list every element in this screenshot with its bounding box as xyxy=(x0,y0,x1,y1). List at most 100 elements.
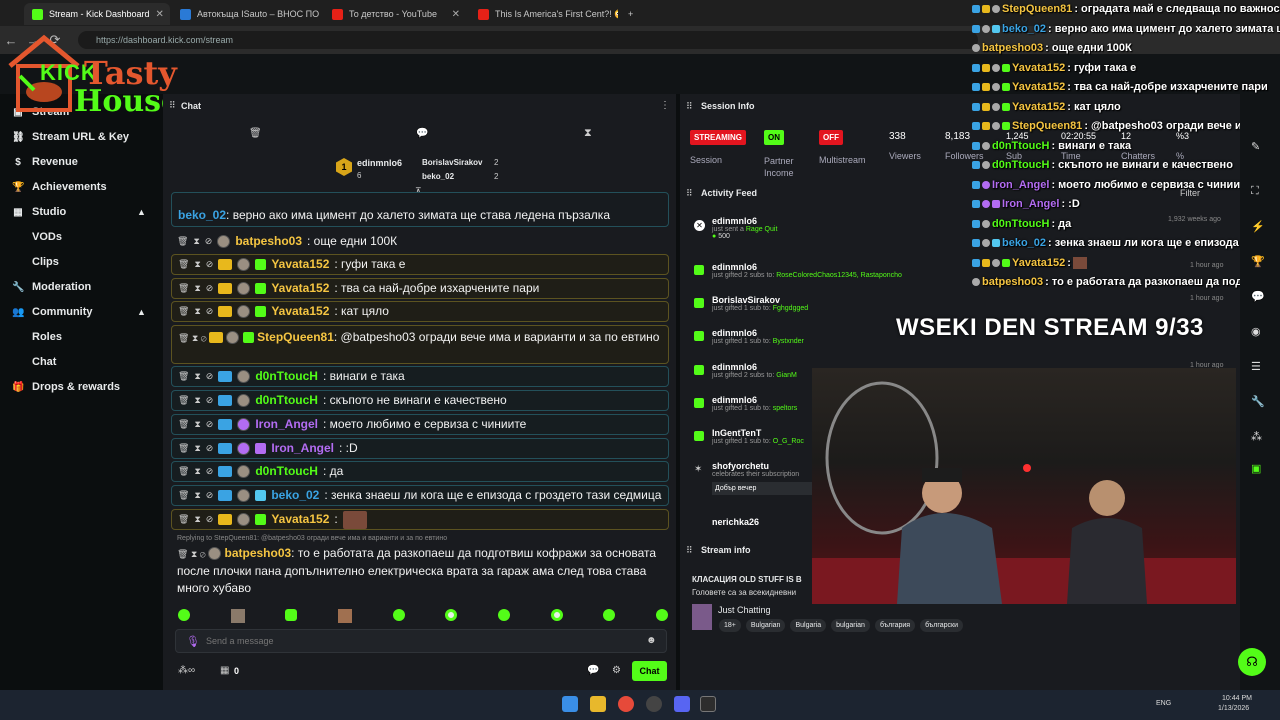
timeout-icon[interactable]: ⧗ xyxy=(194,512,200,527)
timeout-icon[interactable]: ⧗ xyxy=(194,441,200,456)
chat-username[interactable]: Yavata152 xyxy=(271,304,329,319)
chat-message[interactable]: 🗑 ⧗ ⊘ Yavata152: xyxy=(171,509,669,530)
chat-message[interactable]: 🗑 ⧗ ⊘ batpesho03: то е работата да разко… xyxy=(177,545,669,597)
timeout-icon[interactable]: ⧗ xyxy=(194,393,200,408)
drag-handle-icon[interactable]: ⠿ xyxy=(686,188,693,199)
channel-points-icon[interactable]: ⁂∞ xyxy=(178,665,195,676)
chat-username[interactable]: Yavata152 xyxy=(271,512,329,527)
sidebar-item-drops-rewards[interactable]: 🎁 Drops & rewards xyxy=(12,381,120,393)
chat-message[interactable]: 🗑 ⧗ ⊘ batpesho03: още едни 100К xyxy=(171,231,669,251)
activity-username[interactable]: edinmnlo6 xyxy=(712,262,1012,272)
chat-username[interactable]: d0nTtoucH xyxy=(255,393,318,408)
timeout-icon[interactable]: ⧗ xyxy=(191,549,200,559)
terminal-icon[interactable] xyxy=(700,696,716,712)
chevron-up-icon[interactable]: ▲ xyxy=(137,207,146,217)
chat-username[interactable]: Iron_Angel xyxy=(255,417,318,432)
emoji-picker-icon[interactable]: ☻ xyxy=(646,635,657,646)
ban-icon[interactable]: ⊘ xyxy=(206,512,214,527)
file-explorer-icon[interactable] xyxy=(590,696,606,712)
close-tab-icon[interactable]: ✕ xyxy=(452,9,460,20)
trash-icon[interactable]: 🗑 xyxy=(178,257,189,272)
ban-icon[interactable]: ⊘ xyxy=(206,417,214,432)
emote-icon[interactable] xyxy=(285,609,298,621)
tab-isauto[interactable]: Автокъща ISauto – ВНОС ПО ...✕ xyxy=(172,3,322,25)
sidebar-item-moderation[interactable]: 🔧 Moderation xyxy=(12,281,91,293)
sidebar-item-community[interactable]: 👥 Community xyxy=(12,306,93,318)
chat-username[interactable]: beko_02 xyxy=(178,208,226,222)
chat-message[interactable]: beko_02: верно ако има цимент до халето … xyxy=(171,192,669,227)
trash-icon[interactable]: 🗑 xyxy=(178,488,189,503)
activity-username[interactable]: shofyorchetu xyxy=(712,461,812,471)
sidebar-item-vods[interactable]: VODs xyxy=(32,231,62,243)
chat-username[interactable]: d0nTtoucH xyxy=(255,369,318,384)
drag-handle-icon[interactable]: ⠿ xyxy=(686,545,693,556)
chat-username[interactable]: Yavata152 xyxy=(271,257,329,272)
activity-username[interactable]: edinmnlo6 xyxy=(712,395,812,405)
chat-message[interactable]: 🗑 ⧗ ⊘ StepQueen81: @batpesho03 огради ве… xyxy=(171,325,669,364)
sidebar-item-stream-url-key[interactable]: ⛓ Stream URL & Key xyxy=(12,131,129,143)
chat-message[interactable]: 🗑 ⧗ ⊘ d0nTtoucH: да xyxy=(171,461,669,482)
chat-bubble-icon[interactable]: 💬 xyxy=(416,128,428,139)
chat-message[interactable]: 🗑 ⧗ ⊘ Iron_Angel: :D xyxy=(171,438,669,459)
edit-icon[interactable]: ✎ xyxy=(1251,140,1260,153)
trash-icon[interactable]: 🗑 xyxy=(178,512,189,527)
chat-username[interactable]: beko_02 xyxy=(271,488,319,503)
trash-icon[interactable]: 🗑 xyxy=(178,417,189,432)
tag[interactable]: bulgarian xyxy=(831,619,870,632)
ban-icon[interactable]: ⊘ xyxy=(200,549,208,559)
tag[interactable]: Bulgaria xyxy=(790,619,827,632)
timeout-icon[interactable]: ⧗ xyxy=(194,257,200,272)
url-field[interactable]: https://dashboard.kick.com/stream xyxy=(78,31,978,49)
timeout-icon[interactable]: ⧗ xyxy=(194,281,200,296)
timeout-icon[interactable]: ⧗ xyxy=(193,234,199,249)
tab-youtube-2[interactable]: This Is America's First Cent?! 😳✕ xyxy=(470,3,618,25)
clock-time[interactable]: 10:44 PM xyxy=(1222,695,1252,702)
ban-icon[interactable]: ⊘ xyxy=(206,464,214,479)
ban-icon[interactable]: ⊘ xyxy=(206,488,214,503)
chat-username[interactable]: batpesho03 xyxy=(235,234,302,249)
windows-start-icon[interactable] xyxy=(562,696,578,712)
emote-icon[interactable] xyxy=(603,609,616,621)
sidebar-item-achievements[interactable]: 🏆 Achievements xyxy=(12,181,107,193)
timeout-icon[interactable]: ⧗ xyxy=(194,417,200,432)
trash-icon[interactable]: 🗑 xyxy=(178,441,189,456)
broadcast-icon[interactable]: ◉ xyxy=(1251,325,1261,338)
send-chat-button[interactable]: Chat xyxy=(632,661,667,681)
chrome-icon[interactable] xyxy=(618,696,634,712)
lightning-icon[interactable]: ⚡ xyxy=(1251,220,1265,233)
ban-icon[interactable]: ⊘ xyxy=(206,257,214,272)
chat-username[interactable]: Iron_Angel xyxy=(271,441,334,456)
ban-icon[interactable]: ⊘ xyxy=(206,369,214,384)
chat-message[interactable]: 🗑 ⧗ ⊘ Iron_Angel: моето любимо е сервиза с… xyxy=(171,414,669,435)
add-widget-icon[interactable]: ▣ xyxy=(1251,462,1261,475)
trash-icon[interactable]: 🗑 xyxy=(178,281,189,296)
tab-youtube-1[interactable]: То детство - YouTube ✕ xyxy=(324,3,468,25)
clock-date[interactable]: 1/13/2026 xyxy=(1218,705,1249,712)
chat-message[interactable]: 🗑 ⧗ ⊘ d0nTtoucH: винаги е така xyxy=(171,366,669,387)
obs-icon[interactable] xyxy=(646,696,662,712)
chat-username[interactable]: Yavata152 xyxy=(271,281,329,296)
chat-message-input[interactable] xyxy=(206,633,626,649)
list-icon[interactable]: ☰ xyxy=(1251,360,1261,373)
ban-icon[interactable]: ⊘ xyxy=(205,234,213,249)
chat-message[interactable]: 🗑 ⧗ ⊘ d0nTtoucH: скъпото не винаги е качес… xyxy=(171,390,669,411)
trash-icon[interactable]: 🗑 xyxy=(177,234,188,249)
drag-handle-icon[interactable]: ⠿ xyxy=(686,101,693,112)
sidebar-item-revenue[interactable]: $ Revenue xyxy=(12,156,78,168)
emote-icon[interactable] xyxy=(655,609,668,621)
emote-icon[interactable] xyxy=(178,609,190,621)
stream-category[interactable]: Just Chatting xyxy=(718,605,771,615)
wrench-icon[interactable]: 🔧 xyxy=(1251,395,1265,408)
hourglass-icon[interactable]: ⧗ xyxy=(584,127,592,140)
chat-message[interactable]: 🗑 ⧗ ⊘ beko_02: зенка знаеш ли кога ще е еп… xyxy=(171,485,669,506)
close-tab-icon[interactable]: ✕ xyxy=(156,9,164,20)
tag[interactable]: Bulgarian xyxy=(745,619,786,632)
emote-icon[interactable] xyxy=(497,609,510,621)
emote-icon[interactable] xyxy=(445,609,458,621)
tag[interactable]: българия xyxy=(874,619,916,632)
ban-icon[interactable]: ⊘ xyxy=(206,393,214,408)
trophy-icon[interactable]: 🏆 xyxy=(1251,255,1265,268)
chat-bubble-icon[interactable]: 💬 xyxy=(587,665,599,676)
ban-icon[interactable]: ⊘ xyxy=(206,281,214,296)
timeout-icon[interactable]: ⧗ xyxy=(194,464,200,479)
